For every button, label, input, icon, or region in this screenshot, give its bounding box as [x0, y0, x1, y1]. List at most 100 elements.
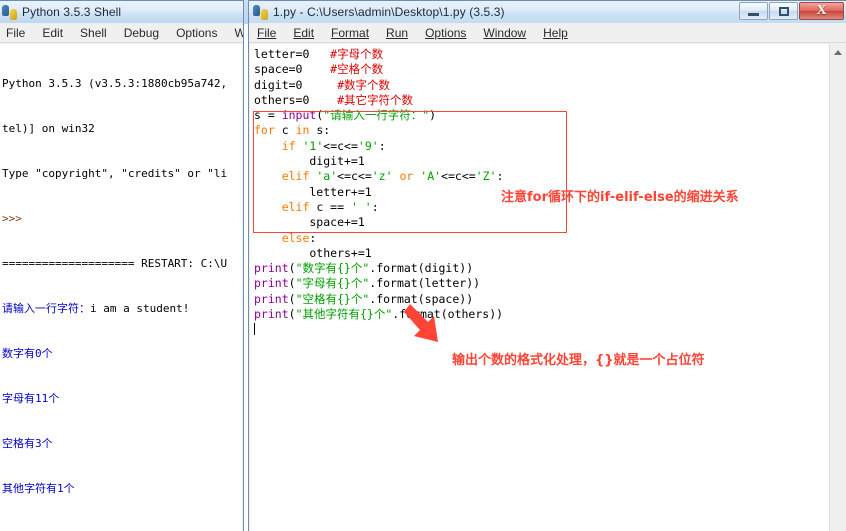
editor-menu-options[interactable]: Options: [425, 26, 466, 40]
editor-titlebar[interactable]: 1.py - C:\Users\admin\Desktop\1.py (3.5.…: [249, 1, 846, 23]
shell-menu-window[interactable]: W: [234, 26, 243, 40]
code-line: for c in s:: [254, 123, 829, 138]
shell-menu-file[interactable]: File: [6, 26, 25, 40]
code-line: digit=0 #数字个数: [254, 78, 829, 93]
shell-result-space: 空格有3个: [2, 437, 53, 450]
code-token: elif: [281, 199, 310, 214]
code-token: (: [288, 261, 296, 276]
editor-menu-window[interactable]: Window: [483, 26, 526, 40]
code-token: space=0: [254, 62, 331, 77]
code-token: elif: [281, 169, 310, 184]
code-token: "空格有{}个": [295, 291, 370, 306]
text-caret: [254, 323, 255, 336]
code-line: print("空格有{}个".format(space)): [254, 292, 829, 307]
editor-menu-options-label: Options: [425, 25, 467, 40]
python-shell-window[interactable]: Python 3.5.3 Shell File Edit Shell Debug…: [0, 0, 244, 531]
code-token: 'Z': [475, 169, 497, 184]
close-button[interactable]: X: [799, 2, 844, 20]
code-token: letter+=1: [254, 184, 372, 199]
code-token: input: [281, 108, 317, 123]
shell-line: Python 3.5.3 (v3.5.3:1880cb95a742,: [2, 77, 228, 90]
minimize-button[interactable]: [739, 2, 768, 20]
python-logo-icon: [253, 4, 268, 20]
code-token: :: [309, 230, 317, 245]
code-token: others=0: [254, 92, 338, 107]
code-token: #其它字符个数: [337, 92, 414, 107]
code-token: :: [371, 199, 379, 214]
maximize-icon: [778, 6, 789, 16]
code-line: if '1'<=c<='9':: [254, 139, 829, 154]
code-token: 'a': [316, 169, 338, 184]
code-token: 'A': [420, 169, 442, 184]
code-token: <=c<=: [441, 169, 476, 184]
shell-menubar[interactable]: File Edit Shell Debug Options W: [0, 23, 243, 43]
editor-title: 1.py - C:\Users\admin\Desktop\1.py (3.5.…: [273, 5, 505, 19]
code-token: space+=1: [254, 215, 365, 230]
shell-menu-shell[interactable]: Shell: [80, 26, 107, 40]
shell-input-line: 请输入一行字符：i am a student!: [2, 301, 242, 316]
editor-menu-format-label: Format: [331, 25, 370, 40]
screenshot-root: Python 3.5.3 Shell File Edit Shell Debug…: [0, 0, 846, 531]
code-token: c ==: [309, 199, 351, 214]
code-line: letter=0 #字母个数: [254, 47, 829, 62]
code-line: print("字母有{}个".format(letter)): [254, 276, 829, 291]
code-token: '1': [302, 138, 324, 153]
code-token: .format(digit)): [369, 261, 474, 276]
code-line-caret[interactable]: [254, 322, 829, 337]
shell-user-input: i am a student!: [90, 302, 190, 315]
shell-title: Python 3.5.3 Shell: [22, 5, 122, 19]
code-token: <=c<=: [323, 138, 358, 153]
editor-menu-edit[interactable]: Edit: [293, 26, 314, 40]
shell-result-letter: 字母有11个: [2, 392, 60, 405]
code-line: others+=1: [254, 246, 829, 261]
scroll-up-button[interactable]: [830, 44, 845, 60]
editor-vertical-scrollbar[interactable]: [829, 44, 845, 531]
code-token: (: [288, 291, 296, 306]
shell-prompt: >>>: [2, 212, 22, 225]
code-token: print: [254, 276, 289, 291]
code-token: ' ': [350, 199, 372, 214]
editor-menubar[interactable]: File Edit Format Run Options Window Help: [249, 23, 846, 43]
minimize-icon: [748, 12, 759, 16]
code-token: #字母个数: [330, 47, 384, 61]
code-token: "数字有{}个": [295, 261, 370, 276]
shell-menu-options[interactable]: Options: [176, 26, 217, 40]
code-token: s:: [309, 123, 331, 138]
code-token: in: [295, 123, 310, 138]
python-logo-icon: [2, 4, 17, 20]
code-token: 'z': [371, 169, 393, 184]
code-line: elif 'a'<=c<='z' or 'A'<=c<='Z':: [254, 169, 829, 184]
shell-output-area[interactable]: Python 3.5.3 (v3.5.3:1880cb95a742, tel)]…: [0, 44, 242, 531]
maximize-button[interactable]: [769, 2, 798, 20]
editor-menu-run-label: Run: [386, 25, 409, 40]
code-line: digit+=1: [254, 154, 829, 169]
code-token: .format(letter)): [369, 276, 481, 291]
shell-titlebar[interactable]: Python 3.5.3 Shell: [0, 1, 243, 23]
code-line: s = input("请输入一行字符："): [254, 108, 829, 123]
shell-menu-edit[interactable]: Edit: [42, 26, 63, 40]
editor-menu-run[interactable]: Run: [386, 26, 408, 40]
code-token: "字母有{}个": [295, 276, 370, 291]
code-token: else: [281, 230, 310, 245]
shell-result-digit: 数字有0个: [2, 347, 53, 360]
editor-client-area: letter=0 #字母个数 space=0 #空格个数 digit=0 #数字个数…: [250, 44, 845, 531]
triangle-up-icon: [834, 49, 842, 55]
editor-menu-file[interactable]: File: [257, 26, 276, 40]
code-token: ): [429, 108, 437, 123]
editor-menu-help[interactable]: Help: [543, 26, 568, 40]
shell-menu-debug[interactable]: Debug: [124, 26, 159, 40]
python-editor-window[interactable]: 1.py - C:\Users\admin\Desktop\1.py (3.5.…: [248, 0, 846, 531]
code-token: if: [281, 138, 296, 153]
code-text-area[interactable]: letter=0 #字母个数 space=0 #空格个数 digit=0 #数字个数…: [250, 44, 829, 531]
editor-menu-format[interactable]: Format: [331, 26, 369, 40]
shell-line: tel)] on win32: [2, 122, 95, 135]
code-token: '9': [357, 138, 379, 153]
code-token: <=c<=: [337, 169, 372, 184]
code-token: print: [254, 291, 289, 306]
window-controls[interactable]: X: [738, 2, 844, 20]
code-token: print: [254, 261, 289, 276]
code-token: for: [254, 123, 275, 138]
